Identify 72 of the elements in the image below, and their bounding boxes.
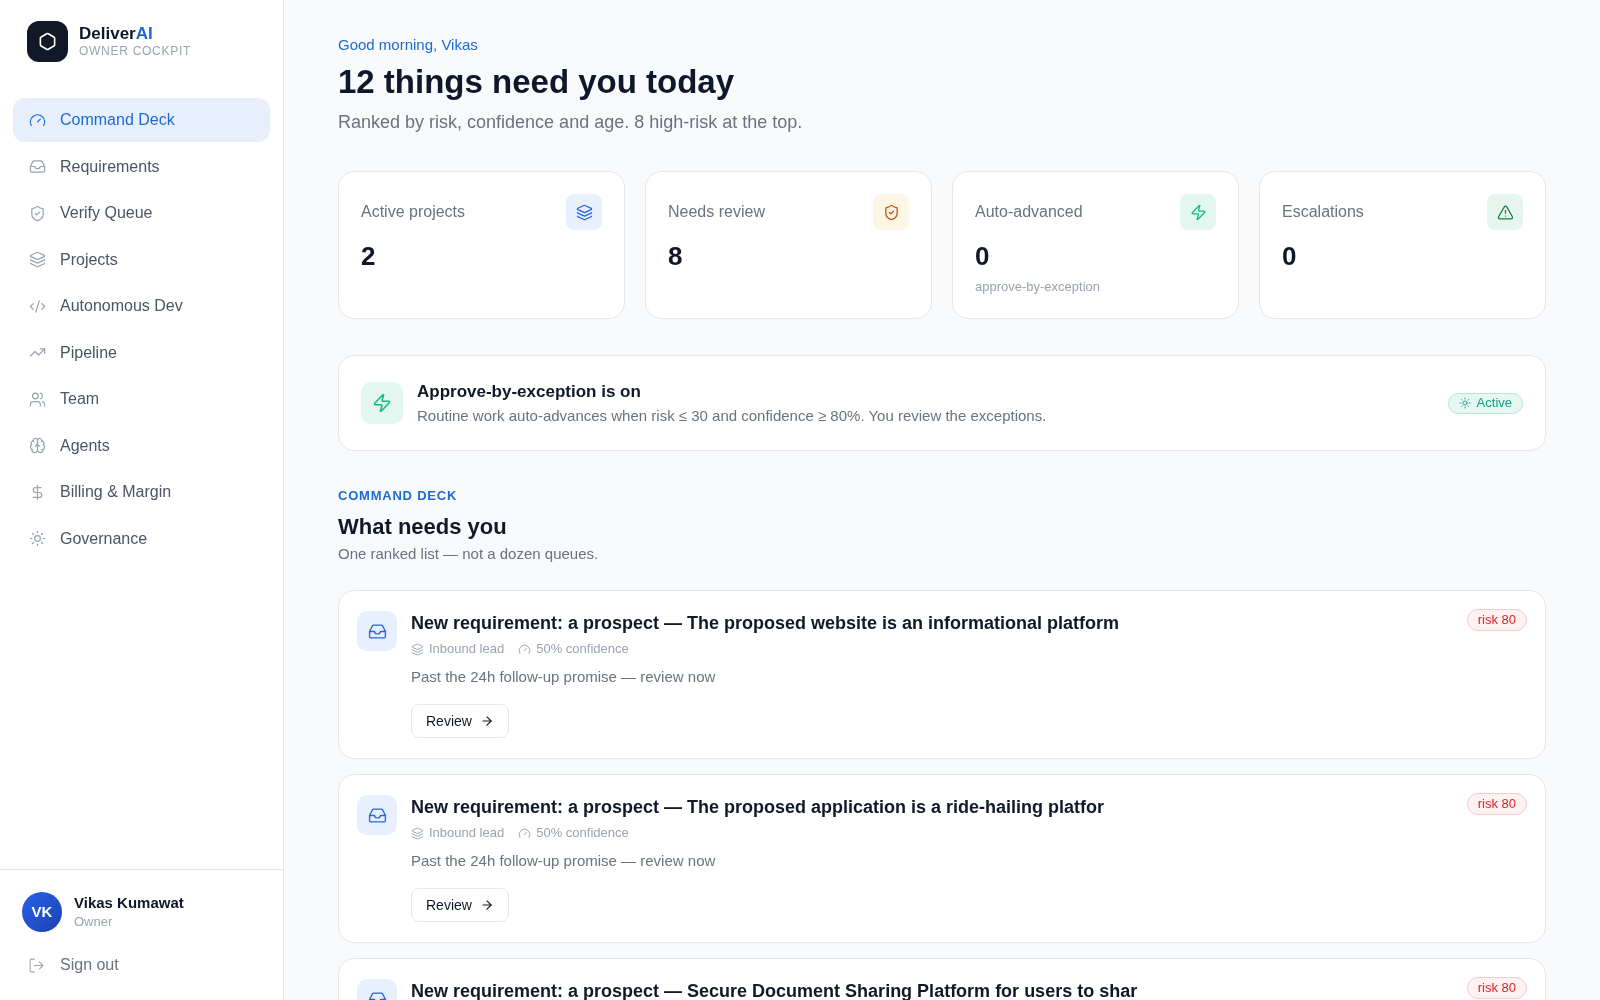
sign-out-link[interactable]: Sign out — [22, 950, 119, 980]
inbox-icon — [357, 611, 397, 651]
sign-out-icon — [28, 956, 45, 974]
task-confidence: 50% confidence — [536, 824, 629, 842]
nav-item[interactable]: Verify Queue — [13, 191, 270, 235]
brand-name: DeliverAI — [79, 24, 154, 44]
nav-item[interactable]: Team — [13, 377, 270, 421]
gauge-icon — [29, 111, 46, 129]
user-avatar: VK — [22, 892, 62, 932]
page-title: 12 things need you today — [338, 62, 736, 102]
hexagon-logo-icon — [27, 21, 68, 62]
inbox-icon — [29, 158, 46, 175]
section-eyebrow: COMMAND DECK — [338, 487, 459, 505]
task-title: New requirement: a prospect — Secure Document Sharing Platform for users to shar — [411, 980, 1139, 1000]
page-subtitle: Ranked by risk, confidence and age. 8 high-risk at the top. — [338, 111, 804, 134]
user-role: Owner — [74, 913, 114, 931]
stat-label: Needs review — [668, 202, 765, 222]
task-confidence: 50% confidence — [536, 640, 629, 658]
greeting: Good morning, Vikas — [338, 35, 479, 55]
task-title: New requirement: a prospect — The proposed website is an informational platform — [411, 612, 1121, 635]
lightning-icon — [361, 382, 403, 424]
user-name: Vikas Kumawat — [74, 893, 184, 913]
review-button[interactable]: Review — [411, 704, 509, 738]
task-note: Past the 24h follow-up promise — review now — [411, 851, 717, 871]
review-button[interactable]: Review — [411, 888, 509, 922]
risk-score: risk 80 — [1466, 977, 1527, 999]
banner-title: Approve-by-exception is on — [417, 380, 642, 403]
nav-item[interactable]: Command Deck — [13, 98, 270, 142]
nav-item[interactable]: Requirements — [13, 144, 270, 189]
task-note: Past the 24h follow-up promise — review now — [411, 667, 717, 687]
status-text: Active — [1476, 394, 1512, 412]
gauge-icon — [518, 642, 532, 656]
inbox-icon — [357, 795, 397, 835]
stat-value: 8 — [668, 240, 684, 272]
stat-label: Auto-advanced — [975, 202, 1083, 222]
section-subtitle: One ranked list — not a dozen queues. — [338, 544, 600, 564]
stat-label: Escalations — [1282, 202, 1364, 222]
lightning-icon — [1180, 194, 1216, 230]
stat-value: 0 — [1282, 240, 1298, 272]
nav-item[interactable]: Autonomous Dev — [13, 284, 270, 328]
arrow-right-icon — [479, 898, 494, 912]
brain-icon — [29, 437, 46, 454]
shield-check-icon — [873, 194, 909, 230]
nav-item[interactable]: Projects — [13, 237, 270, 282]
gauge-icon — [518, 826, 532, 840]
warning-icon — [1487, 194, 1523, 230]
stat-label: Active projects — [361, 202, 466, 222]
layers-icon — [411, 826, 424, 840]
task-source: Inbound lead — [429, 640, 505, 658]
section-title: What needs you — [338, 513, 508, 541]
users-icon — [29, 390, 46, 408]
task-source: Inbound lead — [429, 824, 505, 842]
code-icon — [29, 297, 46, 315]
stat-value: 2 — [361, 240, 377, 272]
stat-value: 0 — [975, 240, 991, 272]
arrow-right-icon — [479, 714, 494, 728]
risk-score: risk 80 — [1466, 609, 1527, 631]
sun-icon — [29, 530, 46, 547]
stat-note: approve-by-exception — [975, 278, 1102, 296]
nav-item[interactable]: Agents — [13, 423, 270, 468]
banner-description: Routine work auto-advances when risk ≤ 30 and confidence ≥ 80%. You review the exceptions. — [417, 405, 1048, 426]
layers-icon — [566, 194, 602, 230]
layers-icon — [29, 251, 46, 268]
layers-icon — [411, 642, 424, 656]
nav-item[interactable]: Billing & Margin — [13, 470, 270, 514]
nav-item[interactable]: Pipeline — [13, 330, 270, 375]
sun-icon — [1458, 397, 1471, 409]
brand-subtitle: OWNER COCKPIT — [79, 44, 192, 59]
shield-check-icon — [29, 204, 46, 222]
task-title: New requirement: a prospect — The proposed application is a ride-hailing platfor — [411, 796, 1106, 819]
risk-score: risk 80 — [1466, 793, 1527, 815]
nav-item[interactable]: Governance — [13, 516, 270, 561]
